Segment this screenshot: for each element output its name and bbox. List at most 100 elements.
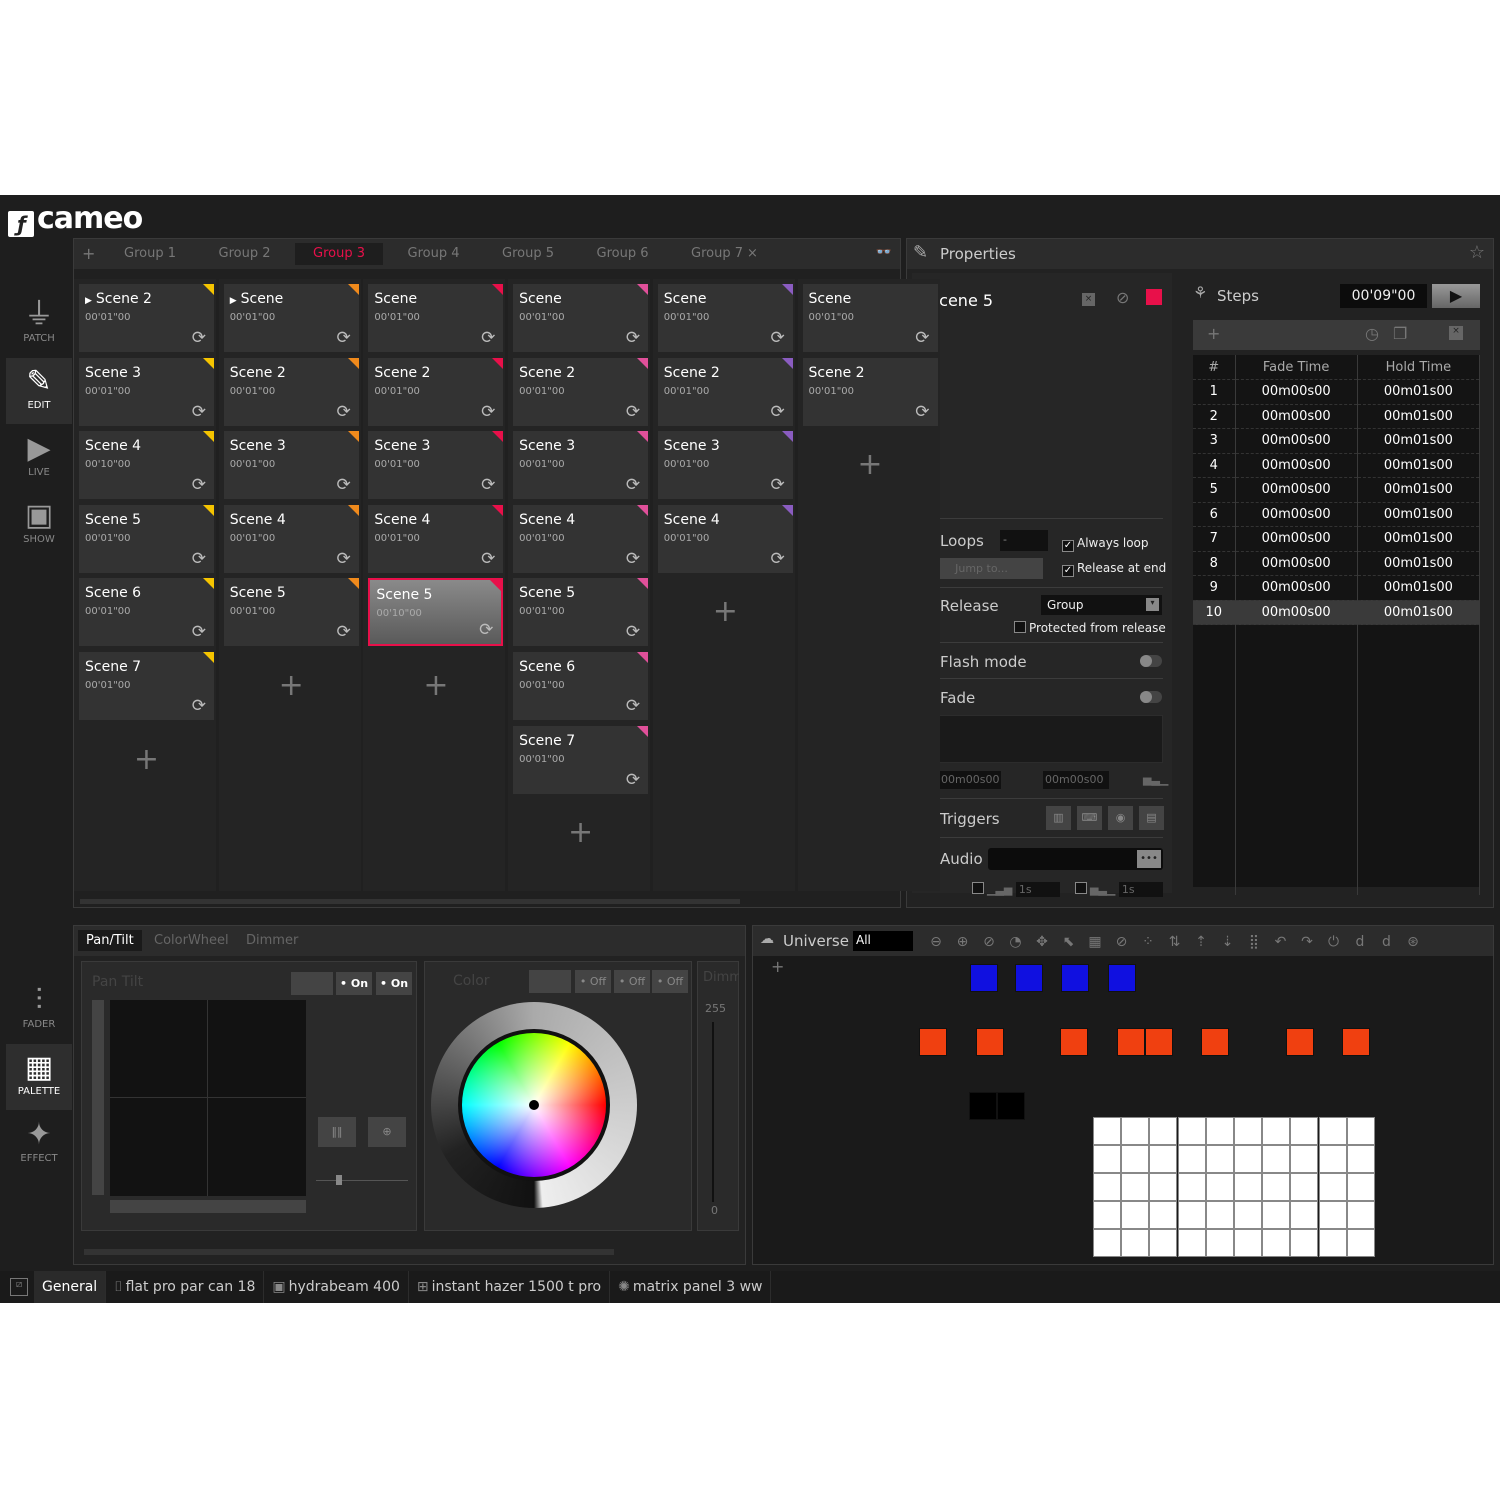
close-tab-icon[interactable]: ×: [747, 246, 758, 261]
matrix-cell-fixture[interactable]: [1262, 1173, 1291, 1201]
universe-select[interactable]: All: [853, 931, 913, 951]
fade-in-field[interactable]: 00m00s00: [939, 771, 1001, 789]
sidebar-item-fader[interactable]: ⫶ FADER: [6, 977, 72, 1043]
fade-toggle[interactable]: [1140, 691, 1162, 703]
more-icon[interactable]: •••: [1137, 850, 1161, 868]
scene-card[interactable]: Scene 7 00'01"00 ⟳: [513, 725, 649, 794]
matrix-cell-fixture[interactable]: [1177, 1229, 1206, 1257]
scene-card[interactable]: Scene 00'01"00 ⟳: [657, 284, 793, 352]
fixture-tab[interactable]: ⌷ flat pro par can 18: [106, 1271, 265, 1303]
sidebar-item-edit[interactable]: ✎ EDIT: [6, 358, 72, 424]
loop-icon[interactable]: ⟳: [336, 475, 350, 495]
loop-icon[interactable]: ⟳: [626, 696, 640, 716]
sidebar-item-effect[interactable]: ✦ EFFECT: [6, 1111, 72, 1177]
matrix-cell-fixture[interactable]: [1121, 1229, 1150, 1257]
fixture[interactable]: [919, 1028, 947, 1056]
matrix-cell-fixture[interactable]: [1205, 1229, 1234, 1257]
matrix-cell-fixture[interactable]: [1177, 1201, 1206, 1229]
fade-out-field[interactable]: 00m00s00: [1043, 771, 1109, 789]
add-step-icon[interactable]: +: [1207, 324, 1220, 343]
groups-scrollbar[interactable]: [80, 899, 740, 904]
keyboard-trigger-button[interactable]: ⌨: [1077, 806, 1102, 830]
tab-dimmer[interactable]: Dimmer: [238, 930, 306, 951]
fixture[interactable]: [1117, 1028, 1145, 1056]
tab-group-6[interactable]: Group 6: [579, 245, 667, 267]
fixture[interactable]: [970, 964, 998, 992]
matrix-cell-fixture[interactable]: [1346, 1229, 1375, 1257]
loops-stepper[interactable]: -: [1000, 530, 1048, 551]
matrix-cell-fixture[interactable]: [1149, 1201, 1178, 1229]
audio-fade-out[interactable]: ▅▃▁ 1s: [1075, 882, 1163, 897]
dmx-trigger-button[interactable]: ◉: [1108, 806, 1133, 830]
center-button[interactable]: ⊕: [368, 1117, 406, 1147]
scene-card[interactable]: Scene 3 00'01"00 ⟳: [657, 431, 793, 500]
matrix-cell-fixture[interactable]: [1290, 1117, 1319, 1145]
scene-color-swatch[interactable]: [1146, 289, 1162, 305]
matrix-cell-fixture[interactable]: [1234, 1173, 1262, 1201]
scene-card[interactable]: Scene 6 00'01"00 ⟳: [513, 652, 649, 720]
hide-icon[interactable]: ⊘: [1111, 934, 1133, 950]
zoom-reset-icon[interactable]: ⊘: [978, 934, 1000, 950]
copy-icon[interactable]: ❐: [1393, 324, 1407, 343]
add-scene-button[interactable]: +: [368, 652, 503, 720]
steps-column-header[interactable]: #: [1193, 355, 1236, 380]
tilt-slider[interactable]: [92, 1000, 104, 1195]
fixture[interactable]: [1286, 1028, 1314, 1056]
delete-step-icon[interactable]: ×: [1449, 326, 1463, 340]
tab-group-7[interactable]: Group 7 ×: [673, 245, 776, 267]
loop-icon[interactable]: ⟳: [626, 328, 640, 348]
pan-tilt-options[interactable]: [291, 972, 333, 995]
scene-card[interactable]: Scene 6 00'01"00 ⟳: [79, 578, 214, 647]
scene-card[interactable]: Scene 3 00'01"00 ⟳: [223, 431, 359, 500]
scene-card[interactable]: Scene 2 00'01"00 ⟳: [802, 357, 938, 426]
fixture[interactable]: [969, 1092, 997, 1120]
steps-column-header[interactable]: Hold Time: [1357, 355, 1481, 380]
color-options[interactable]: [529, 970, 571, 993]
audio-fade-in[interactable]: ▁▃▅ 1s: [972, 882, 1060, 897]
matrix-cell-fixture[interactable]: [1318, 1145, 1347, 1173]
zoom-out-icon[interactable]: ⊖: [925, 934, 947, 950]
scene-card[interactable]: Scene 4 00'01"00 ⟳: [657, 504, 793, 573]
loop-icon[interactable]: ⟳: [481, 549, 495, 569]
loop-icon[interactable]: ⟳: [626, 549, 640, 569]
matrix-cell-fixture[interactable]: [1290, 1229, 1319, 1257]
step-row[interactable]: 9 00m00s00 00m01s00: [1193, 575, 1481, 601]
move-icon[interactable]: ✥: [1031, 934, 1053, 950]
matrix-cell-fixture[interactable]: [1093, 1229, 1121, 1257]
scene-card[interactable]: Scene 2 00'01"00 ⟳: [368, 357, 504, 426]
matrix-cell-fixture[interactable]: [1149, 1173, 1178, 1201]
scene-card[interactable]: Scene 5 00'01"00 ⟳: [223, 578, 359, 647]
sidebar-item-show[interactable]: ▣ SHOW: [6, 492, 72, 558]
loop-icon[interactable]: ⟳: [336, 549, 350, 569]
matrix-cell-fixture[interactable]: [1234, 1201, 1262, 1229]
fixture-tab[interactable]: ▣ hydrabeam 400: [264, 1271, 409, 1303]
scene-card[interactable]: Scene 2 00'01"00 ⟳: [223, 357, 359, 426]
loop-icon[interactable]: ⟳: [771, 402, 785, 422]
loop-icon[interactable]: ⟳: [915, 328, 929, 348]
speed-slider[interactable]: [316, 1175, 408, 1185]
fixture-tab[interactable]: ⊞ instant hazer 1500 t pro: [409, 1271, 611, 1303]
steps-column-header[interactable]: Fade Time: [1235, 355, 1358, 380]
matrix-cell-fixture[interactable]: [1234, 1145, 1262, 1173]
scene-card[interactable]: ▶ Scene 00'01"00 ⟳: [223, 284, 359, 352]
sidebar-item-patch[interactable]: ⏚ PATCH: [6, 291, 72, 357]
matrix-cell-fixture[interactable]: [1346, 1201, 1375, 1229]
protected-checkbox[interactable]: Protected from release: [1014, 621, 1166, 635]
clock-icon[interactable]: ◷: [1365, 324, 1379, 343]
fixture[interactable]: [1342, 1028, 1370, 1056]
step-row[interactable]: 4 00m00s00 00m01s00: [1193, 453, 1481, 478]
add-scene-button[interactable]: +: [803, 431, 938, 499]
matrix-cell-fixture[interactable]: [1262, 1117, 1291, 1145]
matrix-cell-fixture[interactable]: [1262, 1145, 1291, 1173]
dimmer-x-icon[interactable]: d: [1349, 934, 1371, 950]
matrix-cell-fixture[interactable]: [1318, 1173, 1347, 1201]
step-row[interactable]: 1 00m00s00 00m01s00: [1193, 379, 1481, 405]
sidebar-item-palette[interactable]: ▦ PALETTE: [6, 1044, 72, 1110]
loop-icon[interactable]: ⟳: [192, 402, 206, 422]
matrix-cell-fixture[interactable]: [1121, 1117, 1150, 1145]
matrix-cell-fixture[interactable]: [1318, 1117, 1347, 1145]
color-picker-handle[interactable]: [529, 1100, 539, 1110]
scene-card[interactable]: Scene 4 00'10"00 ⟳: [79, 431, 214, 500]
star-icon[interactable]: ☆: [1469, 242, 1485, 263]
add-scene-button[interactable]: +: [79, 726, 214, 794]
